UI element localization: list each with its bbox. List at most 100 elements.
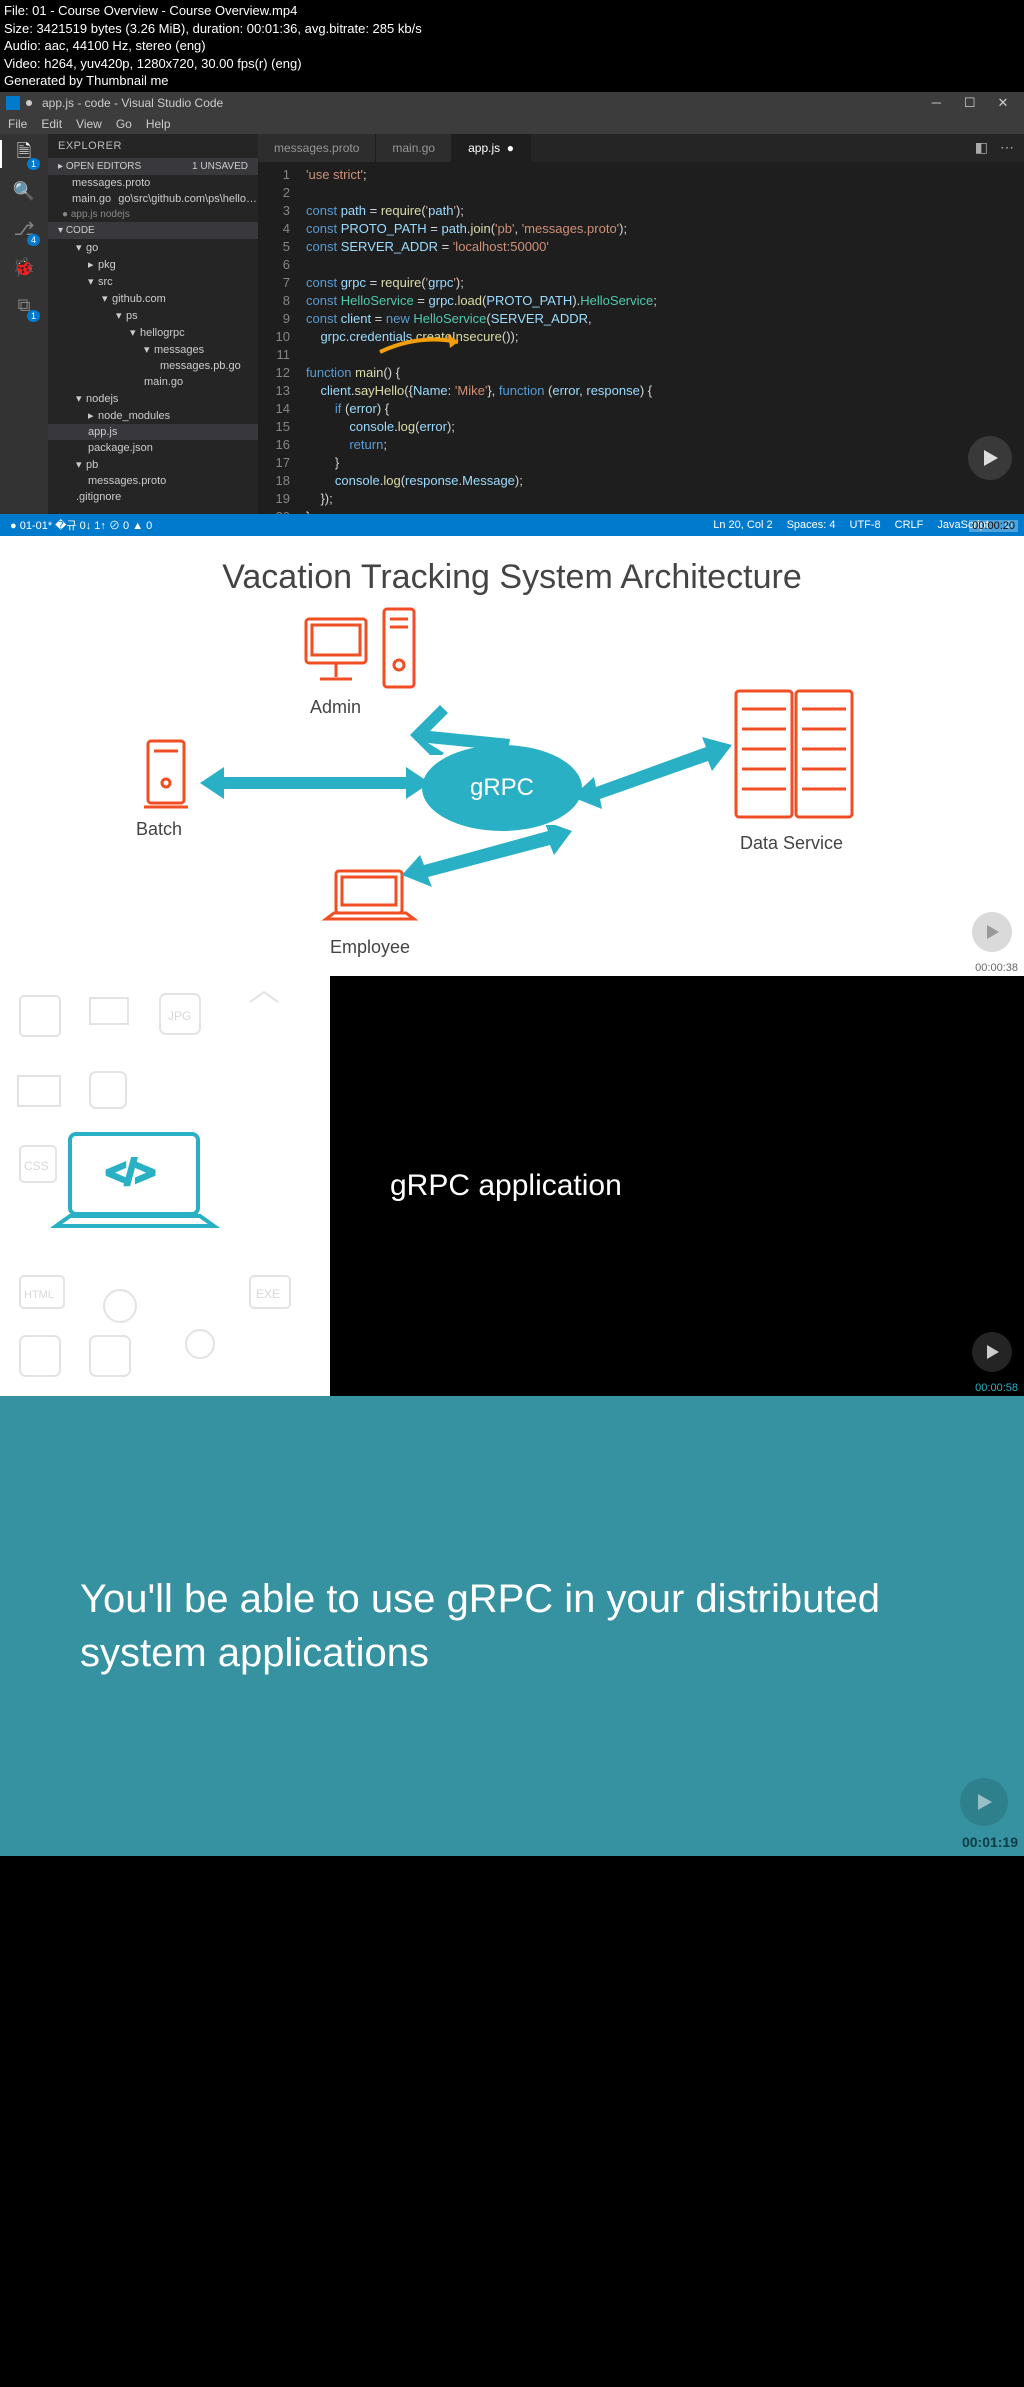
laptop-code-icon: </>: [50, 1126, 220, 1246]
meta-size: Size: 3421519 bytes (3.26 MiB), duration…: [4, 20, 1020, 38]
menu-file[interactable]: File: [8, 117, 27, 131]
meta-file: File: 01 - Course Overview - Course Over…: [4, 2, 1020, 20]
explorer-icon[interactable]: 🗎1: [10, 140, 38, 168]
vscode-window: app.js - code - Visual Studio Code ─ ☐ ✕…: [0, 92, 1024, 536]
play-button[interactable]: [972, 912, 1012, 952]
file-metadata: File: 01 - Course Overview - Course Over…: [0, 0, 1024, 92]
window-title: app.js - code - Visual Studio Code: [42, 96, 223, 110]
vscode-logo-icon: [6, 96, 20, 110]
status-eol[interactable]: CRLF: [895, 519, 924, 531]
tab-app-js[interactable]: app.js ●: [452, 134, 531, 162]
activity-bar: 🗎1 🔍 ⎇4 🐞 ⧉1: [0, 134, 48, 514]
data-label: Data Service: [740, 833, 843, 854]
tree-file[interactable]: package.json: [48, 440, 258, 456]
search-icon[interactable]: 🔍: [10, 178, 38, 206]
tree-folder[interactable]: ▾pb: [48, 456, 258, 473]
thumbnail-timestamp: 00:00:38: [975, 962, 1018, 974]
outro-slide: You'll be able to use gRPC in your distr…: [0, 1396, 1024, 1856]
workspace-header[interactable]: ▾ CODE: [48, 222, 258, 239]
editor-tabs: messages.proto main.go app.js ● ◧ ⋯: [258, 134, 1024, 162]
admin-computer-icon: [300, 613, 390, 693]
tower-icon: [380, 605, 420, 693]
menu-edit[interactable]: Edit: [41, 117, 62, 131]
close-button[interactable]: ✕: [988, 95, 1018, 111]
explorer-title: EXPLORER: [48, 134, 258, 158]
tree-folder[interactable]: ▸pkg: [48, 256, 258, 273]
svg-text:</>: </>: [106, 1154, 155, 1192]
sidebar: EXPLORER ▸ OPEN EDITORS 1 UNSAVED messag…: [48, 134, 258, 514]
arrow-icon: [400, 695, 520, 755]
split-editor-icon[interactable]: ◧: [975, 139, 988, 156]
tab-messages-proto[interactable]: messages.proto: [258, 134, 376, 162]
outro-text: You'll be able to use gRPC in your distr…: [80, 1572, 944, 1680]
slide-title: gRPC application: [330, 976, 1024, 1396]
svg-text:CSS: CSS: [24, 1159, 49, 1173]
tree-file[interactable]: messages.pb.go: [48, 358, 258, 374]
code-lines: 'use strict'; const path = require('path…: [300, 162, 657, 514]
play-button[interactable]: [960, 1778, 1008, 1826]
tree-file[interactable]: main.go: [48, 374, 258, 390]
icon-pattern-area: JPG CSS HTML EXE </>: [0, 976, 330, 1396]
tree-folder[interactable]: ▾ps: [48, 307, 258, 324]
tree-folder[interactable]: ▾src: [48, 273, 258, 290]
thumbnail-timestamp: 00:01:19: [962, 1834, 1018, 1850]
batch-server-icon: [140, 735, 194, 815]
debug-icon[interactable]: 🐞: [10, 254, 38, 282]
minimize-button[interactable]: ─: [921, 95, 951, 110]
thumbnail-timestamp: 00:00:58: [975, 1382, 1018, 1394]
svg-text:EXE: EXE: [256, 1287, 280, 1301]
architecture-slide: Vacation Tracking System Architecture Ad…: [0, 536, 1024, 976]
thumbnail-timestamp: 00:00:20: [969, 520, 1018, 532]
tree-folder[interactable]: ▾go: [48, 239, 258, 256]
status-encoding[interactable]: UTF-8: [850, 519, 881, 531]
arrow-icon: [402, 825, 572, 895]
grpc-hub: gRPC: [422, 745, 582, 831]
arrow-icon: [200, 763, 430, 803]
maximize-button[interactable]: ☐: [955, 95, 985, 111]
slide-title: Vacation Tracking System Architecture: [0, 536, 1024, 605]
meta-generator: Generated by Thumbnail me: [4, 72, 1020, 90]
meta-audio: Audio: aac, 44100 Hz, stereo (eng): [4, 37, 1020, 55]
extensions-icon[interactable]: ⧉1: [10, 292, 38, 320]
tree-folder[interactable]: ▾nodejs: [48, 390, 258, 407]
play-button[interactable]: [968, 436, 1012, 480]
batch-label: Batch: [136, 819, 182, 840]
admin-label: Admin: [310, 697, 361, 718]
play-button[interactable]: [972, 1332, 1012, 1372]
titlebar: app.js - code - Visual Studio Code ─ ☐ ✕: [0, 92, 1024, 114]
tab-main-go[interactable]: main.go: [376, 134, 452, 162]
menu-view[interactable]: View: [76, 117, 102, 131]
tree-folder[interactable]: ▾messages: [48, 341, 258, 358]
status-cursor[interactable]: Ln 20, Col 2: [713, 519, 772, 531]
menu-go[interactable]: Go: [116, 117, 132, 131]
more-icon[interactable]: ⋯: [1000, 139, 1014, 156]
open-editor-item[interactable]: messages.proto: [48, 175, 258, 191]
tree-file[interactable]: .gitignore: [48, 489, 258, 505]
window-controls: ─ ☐ ✕: [921, 95, 1018, 111]
gutter: 1234567891011121314151617181920: [258, 162, 300, 514]
tree-folder[interactable]: ▾hellogrpc: [48, 324, 258, 341]
open-editor-item[interactable]: main.go go\src\github.com\ps\hellogrpc: [48, 191, 258, 207]
statusbar: ● 01-01* �규 0↓ 1↑ ⊘ 0 ▲ 0 Ln 20, Col 2 S…: [0, 514, 1024, 536]
employee-label: Employee: [330, 937, 410, 958]
code-area[interactable]: 1234567891011121314151617181920 'use str…: [258, 162, 1024, 514]
tree-folder[interactable]: ▸node_modules: [48, 407, 258, 424]
grpc-application-slide: JPG CSS HTML EXE </> gRPC application 00…: [0, 976, 1024, 1396]
menu-help[interactable]: Help: [146, 117, 171, 131]
source-control-icon[interactable]: ⎇4: [10, 216, 38, 244]
diagram: Admin Batch Employee Data Service gRPC: [0, 605, 1024, 945]
status-left[interactable]: ● 01-01* �규 0↓ 1↑ ⊘ 0 ▲ 0: [10, 517, 152, 533]
tree-file[interactable]: messages.proto: [48, 473, 258, 489]
menubar: File Edit View Go Help: [0, 114, 1024, 134]
dataservice-rack-icon: [730, 685, 860, 825]
svg-text:JPG: JPG: [168, 1009, 191, 1023]
svg-text:HTML: HTML: [24, 1289, 54, 1301]
meta-video: Video: h264, yuv420p, 1280x720, 30.00 fp…: [4, 55, 1020, 73]
arrow-icon: [572, 731, 732, 821]
open-editor-item[interactable]: ● app.js nodejs: [48, 207, 258, 222]
tree-file[interactable]: app.js: [48, 424, 258, 440]
tree-folder[interactable]: ▾github.com: [48, 290, 258, 307]
unsaved-dot-icon: [26, 100, 32, 106]
status-spaces[interactable]: Spaces: 4: [787, 519, 836, 531]
open-editors-header[interactable]: ▸ OPEN EDITORS 1 UNSAVED: [48, 158, 258, 175]
